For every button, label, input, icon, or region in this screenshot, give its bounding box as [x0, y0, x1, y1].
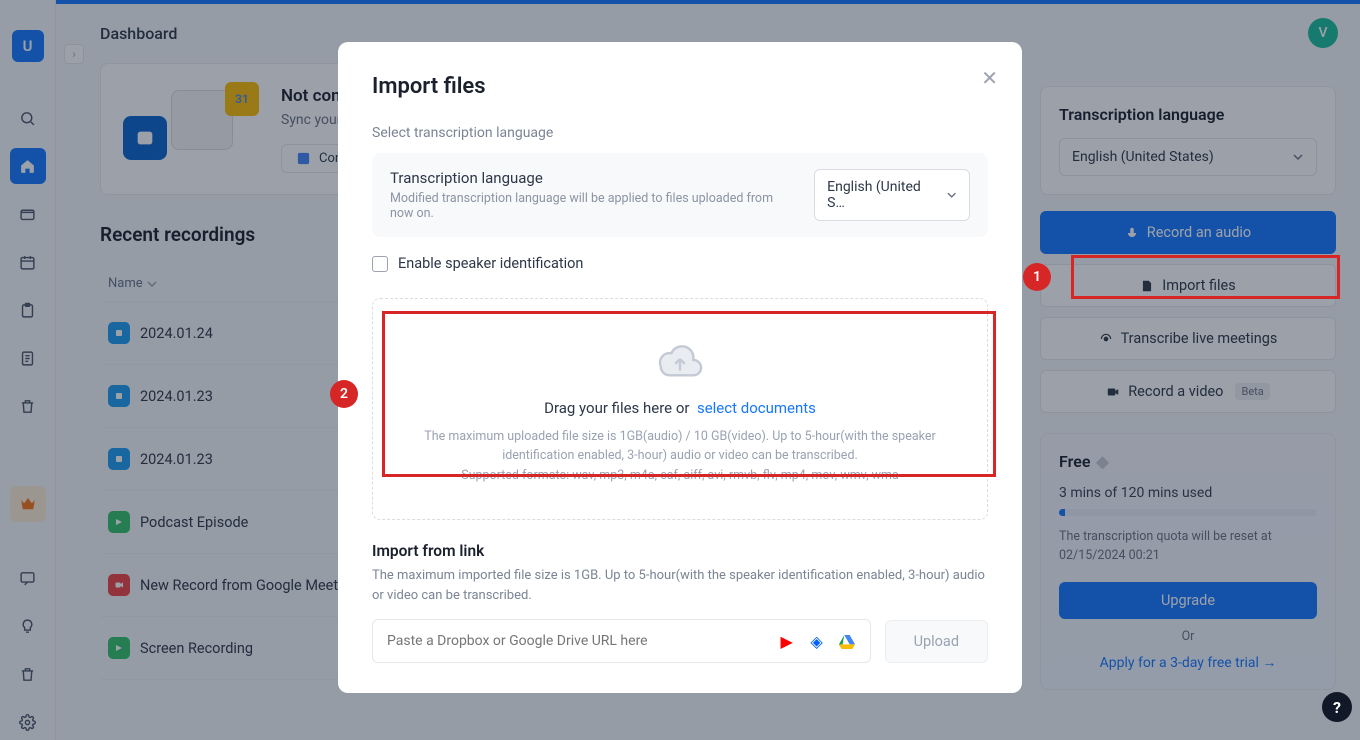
- help-button[interactable]: ?: [1322, 692, 1352, 722]
- lang-sublabel: Modified transcription language will be …: [390, 191, 798, 221]
- import-modal: ✕ Import files Select transcription lang…: [338, 42, 1022, 693]
- modal-title: Import files: [372, 74, 988, 99]
- link-url-input[interactable]: [387, 633, 778, 649]
- cloud-upload-icon: [657, 341, 703, 377]
- select-documents-link[interactable]: select documents: [697, 399, 816, 417]
- close-icon[interactable]: ✕: [981, 66, 998, 90]
- modal-backdrop[interactable]: ✕ Import files Select transcription lang…: [0, 0, 1360, 740]
- speaker-id-checkbox[interactable]: [372, 256, 388, 272]
- language-setting-box: Transcription language Modified transcri…: [372, 153, 988, 237]
- dropzone-meta1: The maximum uploaded file size is 1GB(au…: [403, 427, 957, 466]
- modal-language-select[interactable]: English (United S…: [814, 169, 970, 221]
- dropbox-icon: ◈: [808, 632, 826, 650]
- speaker-id-label: Enable speaker identification: [398, 255, 583, 272]
- youtube-icon: ▶: [778, 632, 796, 650]
- dropzone-meta2: Supported formats: wav, mp3, m4a, caf, a…: [403, 466, 957, 485]
- chevron-down-icon: [946, 189, 957, 201]
- lang-label: Transcription language: [390, 169, 798, 187]
- link-input-wrapper: ▶ ◈: [372, 619, 871, 663]
- gdrive-icon: [838, 632, 856, 650]
- modal-select-lang: Select transcription language: [372, 125, 988, 141]
- import-link-title: Import from link: [372, 542, 988, 560]
- upload-button[interactable]: Upload: [885, 620, 988, 663]
- import-link-sub: The maximum imported file size is 1GB. U…: [372, 566, 988, 605]
- dropzone[interactable]: Drag your files here or select documents…: [372, 298, 988, 520]
